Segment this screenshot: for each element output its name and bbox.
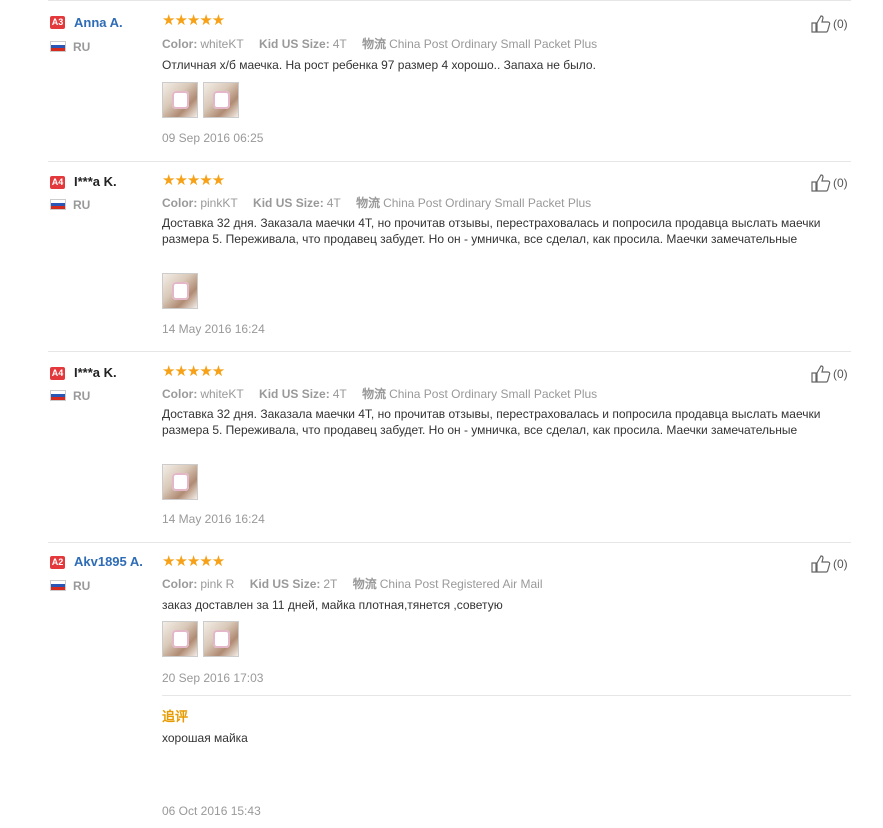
shipping-value: China Post Ordinary Small Packet Plus bbox=[383, 196, 592, 210]
followup-text: хорошая майка bbox=[162, 731, 248, 745]
color-value: pink R bbox=[200, 577, 235, 591]
review-photos bbox=[162, 82, 244, 123]
size-value: 4T bbox=[332, 37, 347, 51]
size-label: Kid US Size: bbox=[259, 387, 330, 401]
review-photo-thumbnail[interactable] bbox=[162, 621, 198, 657]
review-date: 09 Sep 2016 06:25 bbox=[162, 131, 264, 145]
size-label: Kid US Size: bbox=[249, 577, 321, 591]
thumbs-up-icon bbox=[811, 555, 831, 573]
size-label: Kid US Size: bbox=[253, 196, 324, 210]
size-value: 4T bbox=[326, 196, 341, 210]
review-divider bbox=[48, 161, 851, 162]
buyer-country: RU bbox=[73, 198, 91, 212]
review-photos bbox=[162, 273, 203, 314]
shipping-label: 物流 bbox=[362, 37, 387, 51]
rating-stars: ★★★★★ bbox=[162, 363, 225, 380]
review-date: 20 Sep 2016 17:03 bbox=[162, 671, 264, 685]
top-divider bbox=[48, 0, 851, 1]
like-count: (0) bbox=[833, 176, 848, 190]
review-divider bbox=[48, 351, 851, 352]
russia-flag-icon bbox=[50, 199, 66, 210]
like-button[interactable]: (0) bbox=[811, 174, 848, 192]
thumbs-up-icon bbox=[811, 174, 831, 192]
review-photos bbox=[162, 464, 203, 505]
size-label: Kid US Size: bbox=[259, 37, 330, 51]
buyer-country: RU bbox=[73, 40, 91, 54]
thumbs-up-icon bbox=[811, 15, 831, 33]
rating-stars: ★★★★★ bbox=[162, 553, 225, 570]
color-value: pinkKT bbox=[200, 196, 238, 210]
like-count: (0) bbox=[833, 557, 848, 571]
color-label: Color: bbox=[162, 196, 198, 210]
review-photo-thumbnail[interactable] bbox=[203, 621, 239, 657]
buyer-name[interactable]: Anna A. bbox=[74, 15, 123, 30]
review-photo-thumbnail[interactable] bbox=[162, 464, 198, 500]
followup-divider bbox=[162, 695, 851, 696]
buyer-level-badge: A4 bbox=[50, 367, 65, 380]
shipping-value: China Post Ordinary Small Packet Plus bbox=[389, 37, 598, 51]
like-button[interactable]: (0) bbox=[811, 555, 848, 573]
followup-date: 06 Oct 2016 15:43 bbox=[162, 804, 261, 818]
size-value: 4T bbox=[332, 387, 347, 401]
russia-flag-icon bbox=[50, 41, 66, 52]
shipping-label: 物流 bbox=[352, 577, 377, 591]
color-value: whiteKT bbox=[200, 37, 244, 51]
buyer-level-badge: A2 bbox=[50, 556, 65, 569]
thumbs-up-icon bbox=[811, 365, 831, 383]
russia-flag-icon bbox=[50, 390, 66, 401]
rating-stars: ★★★★★ bbox=[162, 12, 225, 29]
order-attributes: Color: whiteKT Kid US Size: 4T 物流 China Pos… bbox=[162, 385, 597, 402]
buyer-level-badge: A4 bbox=[50, 176, 65, 189]
order-attributes: Color: pink R Kid US Size: 2T 物流 China Post… bbox=[162, 575, 543, 592]
color-value: whiteKT bbox=[200, 387, 244, 401]
buyer-name[interactable]: Akv1895 A. bbox=[74, 554, 143, 569]
russia-flag-icon bbox=[50, 580, 66, 591]
rating-stars: ★★★★★ bbox=[162, 172, 225, 189]
color-label: Color: bbox=[162, 37, 198, 51]
review-photo-thumbnail[interactable] bbox=[203, 82, 239, 118]
buyer-name[interactable]: I***a K. bbox=[74, 174, 117, 189]
order-attributes: Color: whiteKT Kid US Size: 4T 物流 China Pos… bbox=[162, 35, 597, 52]
size-value: 2T bbox=[323, 577, 338, 591]
shipping-label: 物流 bbox=[356, 196, 381, 210]
shipping-value: China Post Ordinary Small Packet Plus bbox=[389, 387, 598, 401]
order-attributes: Color: pinkKT Kid US Size: 4T 物流 China Post… bbox=[162, 194, 591, 211]
followup-label: 追评 bbox=[162, 709, 189, 724]
like-button[interactable]: (0) bbox=[811, 15, 848, 33]
buyer-level-badge: A3 bbox=[50, 16, 65, 29]
review-text: Доставка 32 дня. Заказала маечки 4Т, но … bbox=[162, 216, 821, 246]
buyer-country: RU bbox=[73, 389, 91, 403]
review-text: Доставка 32 дня. Заказала маечки 4Т, но … bbox=[162, 407, 821, 437]
review-text: заказ доставлен за 11 дней, майка плотна… bbox=[162, 598, 503, 612]
shipping-value: China Post Registered Air Mail bbox=[379, 577, 543, 591]
review-photo-thumbnail[interactable] bbox=[162, 82, 198, 118]
shipping-label: 物流 bbox=[362, 387, 387, 401]
review-photos bbox=[162, 621, 244, 662]
color-label: Color: bbox=[162, 387, 198, 401]
review-divider bbox=[48, 542, 851, 543]
color-label: Color: bbox=[162, 577, 198, 591]
review-date: 14 May 2016 16:24 bbox=[162, 512, 265, 526]
buyer-name[interactable]: I***a K. bbox=[74, 365, 117, 380]
like-count: (0) bbox=[833, 367, 848, 381]
review-text: Отличная х/б маечка. На рост ребенка 97 … bbox=[162, 58, 596, 72]
review-date: 14 May 2016 16:24 bbox=[162, 322, 265, 336]
review-photo-thumbnail[interactable] bbox=[162, 273, 198, 309]
like-button[interactable]: (0) bbox=[811, 365, 848, 383]
buyer-country: RU bbox=[73, 579, 91, 593]
like-count: (0) bbox=[833, 17, 848, 31]
